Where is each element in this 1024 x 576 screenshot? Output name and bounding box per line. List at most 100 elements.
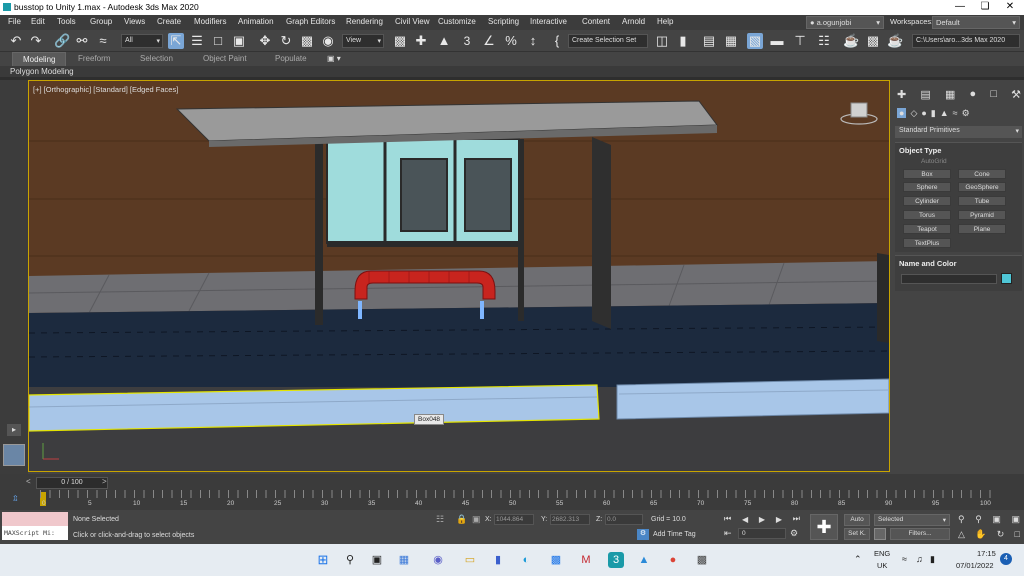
set-key-button[interactable]: Set K. <box>844 528 870 540</box>
mirror-icon[interactable]: ◫ <box>654 33 670 49</box>
project-path-field[interactable]: C:\Users\aro...3ds Max 2020 <box>912 34 1020 48</box>
link-icon[interactable]: 🔗 <box>54 33 70 49</box>
rectangular-selection-icon[interactable]: □ <box>210 33 226 49</box>
z-coordinate-field[interactable]: 0.0 <box>605 514 643 525</box>
key-mode-swatch[interactable] <box>874 528 886 540</box>
move-icon[interactable]: ✥ <box>257 33 273 49</box>
edit-named-selection-icon[interactable]: { <box>549 33 565 49</box>
file-explorer-icon[interactable]: ▭ <box>462 552 478 568</box>
maxscript-mini-listener[interactable]: MAXScript Mi: <box>2 526 68 540</box>
zoom-icon[interactable]: ⚲ <box>958 514 965 525</box>
isolate-icon[interactable]: ☷ <box>436 514 444 525</box>
pan-icon[interactable]: ✋ <box>975 529 986 540</box>
edge-icon[interactable]: ◐ <box>518 552 534 568</box>
volume-icon[interactable]: ♫ <box>916 554 923 564</box>
zoom-extents-icon[interactable]: ▣ <box>992 514 1001 525</box>
menu-tools[interactable]: Tools <box>57 17 76 26</box>
store-icon[interactable]: ▩ <box>548 552 564 568</box>
auto-key-button[interactable]: Auto <box>844 514 870 526</box>
time-config-icon[interactable]: ⚙ <box>790 528 798 539</box>
lock-selection-icon[interactable]: 🔒 <box>456 514 467 525</box>
time-tag-icon[interactable]: ⚙ <box>637 529 649 540</box>
absolute-mode-icon[interactable]: ▣ <box>472 514 481 525</box>
render-setup-icon[interactable]: ☕ <box>843 33 859 49</box>
align-icon[interactable]: ▮ <box>675 33 691 49</box>
filters-button[interactable]: Filters... <box>890 528 950 540</box>
create-tab-icon[interactable]: ✚ <box>897 88 906 101</box>
space-warps-icon[interactable]: ≈ <box>953 108 958 118</box>
cone-button[interactable]: Cone <box>958 169 1006 179</box>
menu-customize[interactable]: Customize <box>438 17 476 26</box>
key-mode-toggle-icon[interactable]: ⇤ <box>724 528 732 539</box>
motion-tab-icon[interactable]: ● <box>970 88 977 100</box>
menu-content[interactable]: Content <box>582 17 610 26</box>
maximize-viewport-icon[interactable]: □ <box>1015 529 1020 539</box>
display-tab-icon[interactable]: □ <box>990 88 997 100</box>
reference-coordinate-dropdown[interactable]: View ▾ <box>342 34 384 48</box>
language-line2[interactable]: UK <box>877 561 887 570</box>
restore-icon[interactable]: ❏ <box>975 1 995 12</box>
angle-snap-icon[interactable]: ∠ <box>481 33 497 49</box>
textplus-button[interactable]: TextPlus <box>903 238 951 248</box>
shapes-icon[interactable]: ◇ <box>910 108 917 119</box>
pivot-center-icon[interactable]: ▩ <box>392 33 408 49</box>
material-editor-icon[interactable]: ☷ <box>816 33 832 49</box>
teams-icon[interactable]: ▮ <box>490 552 506 568</box>
geosphere-button[interactable]: GeoSphere <box>958 182 1006 192</box>
selection-filter-dropdown[interactable]: All ▾ <box>121 34 163 48</box>
menu-animation[interactable]: Animation <box>238 17 274 26</box>
modify-tab-icon[interactable]: ▤ <box>920 88 930 101</box>
snaps-toggle-icon[interactable]: 3 <box>459 33 475 49</box>
minimize-icon[interactable]: — <box>950 1 970 12</box>
select-by-name-icon[interactable]: ☰ <box>189 33 205 49</box>
polygon-modeling-label[interactable]: Polygon Modeling <box>10 67 74 76</box>
clock-date[interactable]: 07/01/2022 <box>956 561 994 570</box>
pyramid-button[interactable]: Pyramid <box>958 210 1006 220</box>
widgets-icon[interactable]: ▦ <box>396 552 412 568</box>
menu-group[interactable]: Group <box>90 17 112 26</box>
current-frame-field[interactable]: 0 <box>738 528 786 539</box>
go-to-start-icon[interactable]: ⏮ <box>724 514 731 524</box>
object-type-title[interactable]: Object Type <box>899 146 941 155</box>
menu-scripting[interactable]: Scripting <box>488 17 519 26</box>
field-of-view-icon[interactable]: △ <box>958 529 965 540</box>
name-color-title[interactable]: Name and Color <box>899 259 957 268</box>
utilities-tab-icon[interactable]: ⚒ <box>1011 88 1021 101</box>
ribbon-options-icon[interactable]: ▣ ▾ <box>327 54 341 63</box>
sphere-button[interactable]: Sphere <box>903 182 951 192</box>
tab-selection[interactable]: Selection <box>140 54 173 63</box>
rendered-frame-icon[interactable]: ▩ <box>865 33 881 49</box>
viewport-layout-icon[interactable] <box>3 444 25 466</box>
scale-icon[interactable]: ▩ <box>299 33 315 49</box>
lights-icon[interactable]: ● <box>921 108 926 118</box>
slider-right-arrow-icon[interactable]: > <box>102 477 107 486</box>
zoom-all-icon[interactable]: ⚲ <box>975 514 982 525</box>
time-slider[interactable]: 0 / 100 <box>36 477 108 489</box>
go-to-end-icon[interactable]: ⏭ <box>793 514 800 524</box>
layer-explorer-icon[interactable]: ▦ <box>723 33 739 49</box>
chrome-icon[interactable]: ● <box>665 552 681 568</box>
hierarchy-tab-icon[interactable]: ▦ <box>945 88 955 101</box>
search-icon[interactable]: ⚲ <box>342 552 358 568</box>
menu-civil-view[interactable]: Civil View <box>395 17 430 26</box>
menu-rendering[interactable]: Rendering <box>346 17 383 26</box>
tab-freeform[interactable]: Freeform <box>78 54 110 63</box>
menu-file[interactable]: File <box>8 17 21 26</box>
tab-object-paint[interactable]: Object Paint <box>203 54 247 63</box>
photos-icon[interactable]: ▲ <box>636 552 652 568</box>
curve-editor-icon[interactable]: ▬ <box>769 33 785 49</box>
set-key-icon[interactable]: ✚ <box>810 514 838 540</box>
autogrid-checkbox[interactable]: AutoGrid <box>921 158 947 165</box>
object-color-swatch[interactable] <box>1001 273 1012 284</box>
x-coordinate-field[interactable]: 1044.864 <box>494 514 534 525</box>
teapot-button[interactable]: Teapot <box>903 224 951 234</box>
tab-populate[interactable]: Populate <box>275 54 307 63</box>
schematic-view-icon[interactable]: ⊤ <box>792 33 808 49</box>
close-icon[interactable]: ✕ <box>1000 1 1020 12</box>
maxscript-listener-top[interactable] <box>2 512 68 526</box>
redo-icon[interactable]: ↷ <box>28 33 44 49</box>
helpers-icon[interactable]: ▲ <box>940 108 949 118</box>
select-manipulate-icon[interactable]: ✚ <box>413 33 429 49</box>
battery-icon[interactable]: ▮ <box>930 554 935 565</box>
render-teapot-icon[interactable]: ☕ <box>887 33 903 49</box>
